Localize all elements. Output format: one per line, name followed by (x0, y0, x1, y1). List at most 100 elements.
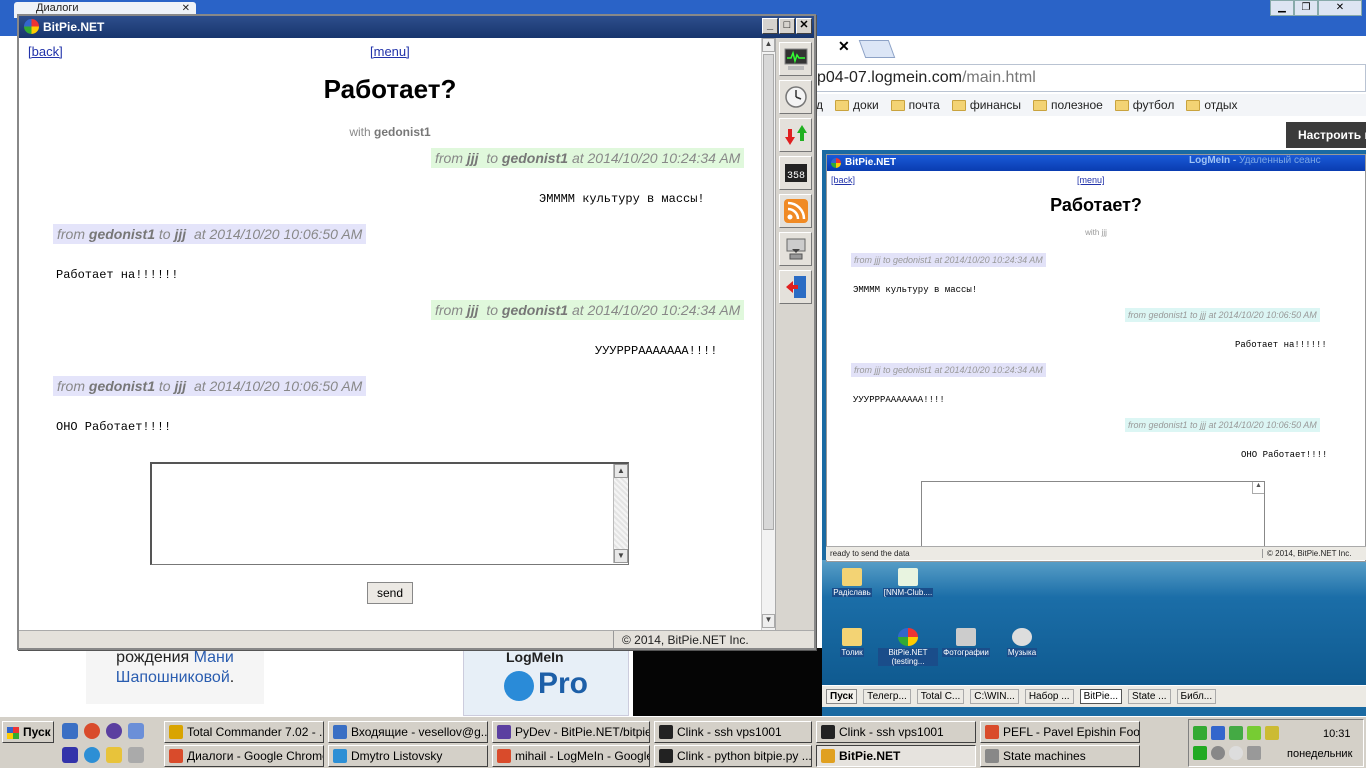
taskbar-button[interactable]: Clink - python bitpie.py ... (654, 745, 812, 767)
scroll-down-icon[interactable]: ▼ (614, 549, 628, 563)
taskbar-button[interactable]: mihail - LogMeIn - Google... (492, 745, 650, 767)
scroll-up-icon[interactable]: ▲ (1252, 482, 1264, 494)
chat-bubble-icon[interactable] (1229, 746, 1243, 760)
desktop-icon-torrent[interactable]: [NNM-Club.... (878, 568, 938, 597)
scroll-down-icon[interactable]: ▼ (762, 614, 775, 628)
app-icon (985, 725, 999, 739)
taskbar-button[interactable]: State machines (980, 745, 1140, 767)
remote-bitpie-window[interactable]: BitPie.NET LogMeIn - Удаленный сеанс [ba… (826, 154, 1366, 562)
taskbar-button[interactable]: Входящие - vesellov@g... (328, 721, 488, 743)
remote-message-input[interactable]: ▲ (921, 481, 1265, 551)
remote-taskbar-item[interactable]: Телегр... (863, 689, 911, 704)
taskbar-button[interactable]: Clink - ssh vps1001 (654, 721, 812, 743)
scroll-up-icon[interactable]: ▲ (614, 464, 628, 478)
remote-taskbar-item[interactable]: C:\WIN... (970, 689, 1019, 704)
maximize-icon[interactable]: □ (779, 18, 795, 34)
remote-taskbar-item[interactable]: Библ... (1176, 689, 1217, 704)
remote-start-button[interactable]: Пуск (826, 689, 858, 704)
send-button[interactable]: send (367, 582, 413, 604)
quicklaunch-help-icon[interactable] (106, 747, 122, 763)
desktop-icon-photos[interactable]: Фотографии (936, 628, 996, 657)
quicklaunch-chrome-icon[interactable] (84, 723, 100, 739)
remote-desktop-view[interactable]: BitPie.NET LogMeIn - Удаленный сеанс [ba… (822, 150, 1366, 716)
bitpie-window[interactable]: BitPie.NET _ □ ✕ [back] [menu] Работает?… (17, 14, 816, 650)
taskbar-button[interactable]: Total Commander 7.02 - ... (164, 721, 324, 743)
start-button[interactable]: Пуск (2, 721, 54, 743)
taskbar-button[interactable]: PyDev - BitPie.NET/bitpie... (492, 721, 650, 743)
minimize-icon[interactable]: ▁ (1270, 0, 1294, 16)
volume-icon[interactable] (1247, 746, 1261, 760)
quicklaunch-save-icon[interactable] (62, 747, 78, 763)
app-icon (333, 725, 347, 739)
bookmark-docs[interactable]: доки (835, 98, 879, 112)
quicklaunch-eclipse-icon[interactable] (106, 723, 122, 739)
taskbar-button-label: Clink - ssh vps1001 (677, 725, 782, 739)
remote-menu-link[interactable]: [menu] (1077, 175, 1105, 185)
bookmark-finance[interactable]: финансы (951, 98, 1021, 112)
remote-taskbar-item[interactable]: State ... (1128, 689, 1171, 704)
content-scrollbar[interactable]: ▲ ▼ (761, 38, 775, 630)
close-icon[interactable]: ✕ (796, 18, 812, 34)
quicklaunch-desktop-icon[interactable] (128, 747, 144, 763)
logmein-pro-ad[interactable]: LogMeIn Pro (463, 648, 629, 716)
message-input[interactable]: ▲ ▼ (150, 462, 629, 565)
scroll-up-icon[interactable]: ▲ (762, 38, 775, 52)
taskbar-button-label: mihail - LogMeIn - Google... (515, 749, 650, 763)
minimize-icon[interactable]: _ (762, 18, 778, 34)
close-icon[interactable]: ✕ (838, 38, 850, 55)
scrollbar-thumb[interactable] (763, 54, 774, 530)
folder-icon (842, 628, 862, 646)
tray-icon[interactable] (1247, 726, 1261, 740)
birthday-link-surname[interactable]: Шапошниковой (116, 669, 230, 686)
bookmark-useful[interactable]: полезное (1033, 98, 1103, 112)
taskbar-button[interactable]: BitPie.NET (816, 745, 976, 767)
desktop-icon-bitpie[interactable]: BitPie.NET (testing... (878, 628, 938, 666)
address-bar[interactable]: p04-07.logmein.com/main.html (816, 64, 1366, 92)
chrome-active-tab[interactable]: ✕ (816, 36, 860, 60)
transfer-button[interactable] (779, 118, 812, 152)
close-window-icon[interactable]: ✕ (1318, 0, 1362, 16)
quicklaunch-ie-icon[interactable] (62, 723, 78, 739)
remote-taskbar-item[interactable]: Total C... (916, 689, 965, 704)
download-button[interactable] (779, 232, 812, 266)
taskbar-button[interactable]: Clink - ssh vps1001 (816, 721, 976, 743)
tray-icon[interactable] (1211, 726, 1225, 740)
remote-taskbar-item-active[interactable]: BitPie... (1079, 689, 1123, 704)
quicklaunch-network-icon[interactable] (128, 723, 144, 739)
bookmark-partial[interactable]: д (816, 98, 823, 112)
remote-taskbar-item[interactable]: Набор ... (1024, 689, 1074, 704)
new-tab-button[interactable] (858, 40, 896, 58)
quicklaunch-skype-icon[interactable] (84, 747, 100, 763)
monitor-button[interactable] (779, 42, 812, 76)
message-input-scrollbar[interactable]: ▲ ▼ (613, 464, 628, 563)
restore-icon[interactable]: ❐ (1294, 0, 1318, 16)
tray-icon[interactable] (1193, 726, 1207, 740)
window-titlebar[interactable]: BitPie.NET (19, 16, 814, 38)
birthday-link[interactable]: Мани (194, 649, 234, 666)
bookmark-football[interactable]: футбол (1114, 98, 1174, 112)
tray-icon[interactable] (1229, 726, 1243, 740)
back-link[interactable]: [back] (28, 44, 63, 59)
taskbar-button[interactable]: PEFL - Pavel Epishin Foot... (980, 721, 1140, 743)
menu-link[interactable]: [menu] (370, 44, 410, 59)
remote-message-meta: from gedonist1 to jjj at 2014/10/20 10:0… (1125, 308, 1320, 322)
desktop-icon-folder[interactable]: Радіславь (822, 568, 882, 597)
bookmark-rest[interactable]: отдых (1186, 98, 1237, 112)
logmein-settings-button[interactable]: Настроить па (1286, 122, 1366, 148)
rss-button[interactable] (779, 194, 812, 228)
counter-button[interactable]: 358 (779, 156, 812, 190)
taskbar-button[interactable]: Dmytro Listovsky (328, 745, 488, 767)
close-icon[interactable]: ✕ (182, 3, 190, 14)
tray-icon[interactable] (1211, 746, 1225, 760)
remote-back-link[interactable]: [back] (831, 175, 855, 185)
tray-clock[interactable]: 10:31 (1323, 728, 1351, 740)
desktop-icon-tolik[interactable]: Толик (822, 628, 882, 657)
tray-day: понедельник (1287, 748, 1353, 760)
tray-icon[interactable] (1193, 746, 1207, 760)
bookmark-mail[interactable]: почта (890, 98, 940, 112)
exit-button[interactable] (779, 270, 812, 304)
shield-icon[interactable] (1265, 726, 1279, 740)
desktop-icon-music[interactable]: Музыка (992, 628, 1052, 657)
history-button[interactable] (779, 80, 812, 114)
taskbar-button[interactable]: Диалоги - Google Chrome (164, 745, 324, 767)
